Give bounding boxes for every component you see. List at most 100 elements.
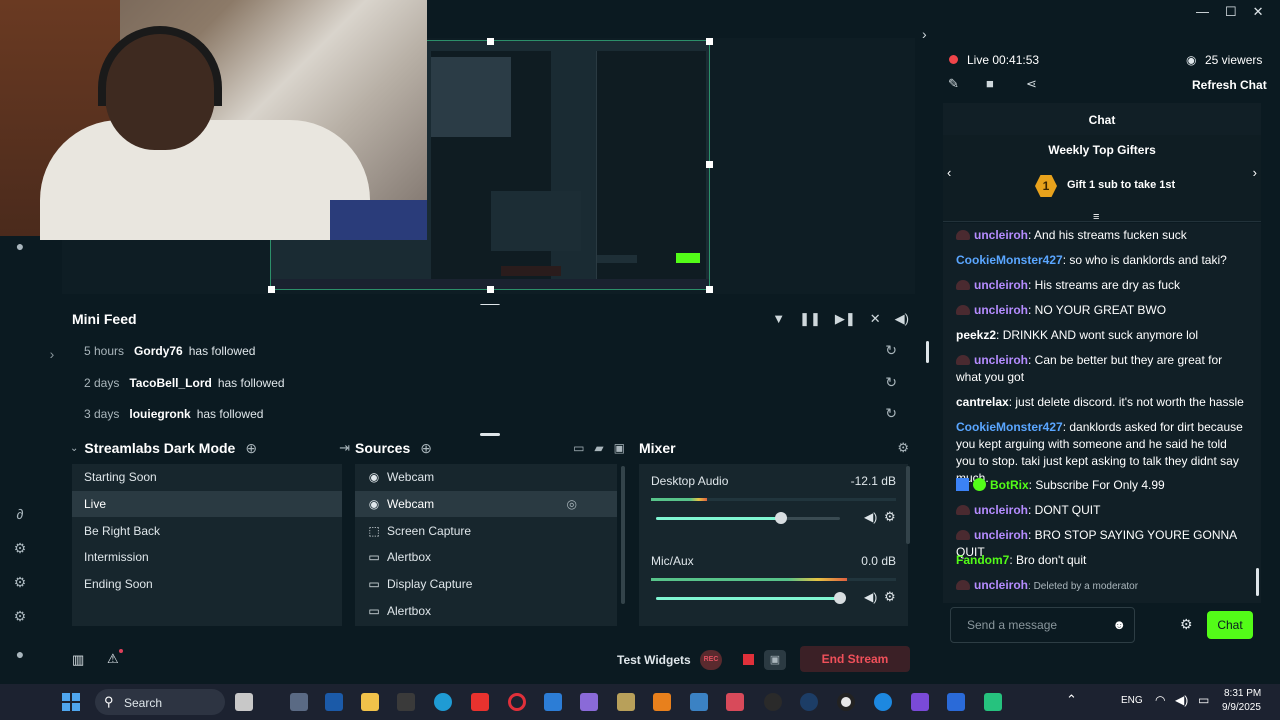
app-icon[interactable] [617,693,635,711]
maximize-button[interactable]: ☐ [1225,4,1237,22]
scene-item[interactable]: Intermission [72,544,342,570]
taskview-icon[interactable] [235,693,253,711]
gift-cta[interactable]: Gift 1 sub to take 1st [1067,179,1175,191]
volume-slider[interactable] [656,592,846,604]
resize-handle[interactable] [706,286,713,293]
clock-date[interactable]: 9/9/2025 [1222,702,1261,713]
wifi-icon[interactable]: ◠ [1155,693,1165,707]
scene-item[interactable]: Starting Soon [72,464,342,490]
end-stream-button[interactable]: End Stream [800,646,910,672]
rec-button[interactable]: REC [700,650,722,670]
filter-icon[interactable]: ▼ [772,311,785,327]
link-icon[interactable]: ∂ [12,506,28,522]
game-icon[interactable] [397,693,415,711]
chat-username[interactable]: CookieMonster427 [956,420,1063,434]
chat-username[interactable]: BotRix [990,478,1029,492]
alert-icon[interactable]: ⚠ [107,651,119,667]
gear-icon[interactable]: ⚙ [884,589,896,605]
chevron-right-icon[interactable]: › [922,26,927,42]
app-icon[interactable] [874,693,892,711]
scrollbar[interactable] [926,341,929,363]
obs-icon[interactable] [837,693,855,711]
add-scene-icon[interactable]: ⊕ [245,440,257,457]
tray-overflow-icon[interactable]: ⌃ [1066,692,1077,708]
scene-item[interactable]: Be Right Back [72,518,342,544]
stats-icon[interactable]: ▥ [72,652,84,668]
files-icon[interactable] [290,693,308,711]
emoji-icon[interactable]: ☻ [1112,617,1126,632]
source-item[interactable]: ⬚ Screen Capture [355,518,617,544]
save-replay-icon[interactable]: ▣ [764,650,786,670]
scrollbar[interactable] [621,466,625,604]
add-folder-icon[interactable]: ▣ [614,441,625,455]
scene-item[interactable]: Ending Soon [72,571,342,597]
chat-username[interactable]: uncleiroh [974,278,1028,292]
camera-icon[interactable]: ■ [986,76,994,91]
chevron-right-icon[interactable]: › [1253,165,1257,180]
hidden-eye-icon[interactable]: ◎ [567,491,577,517]
chat-username[interactable]: uncleiroh [974,503,1028,517]
volume-icon[interactable]: ◀) [895,311,909,327]
replay-icon[interactable]: ↻ [885,405,897,422]
replay-icon[interactable]: ↻ [885,374,897,391]
close-button[interactable]: ✕ [1253,4,1264,22]
resize-handle[interactable] [268,286,275,293]
replay-icon[interactable]: ↻ [885,342,897,359]
taskbar-search[interactable]: ⚲ Search [95,689,225,715]
chevron-left-icon[interactable]: ‹ [947,165,951,180]
app-icon[interactable] [690,693,708,711]
chat-scrollbar[interactable] [1256,568,1259,596]
scrollbar[interactable] [906,466,910,544]
app-icon[interactable] [911,693,929,711]
edge-icon[interactable] [434,693,452,711]
record-icon[interactable]: ● [12,238,28,254]
stop-icon[interactable] [743,654,754,665]
slider-knob[interactable] [834,592,846,604]
scene-collection-title[interactable]: Streamlabs Dark Mode [84,440,235,456]
chat-username[interactable]: uncleiroh [974,578,1028,592]
plugins-icon[interactable]: ⚙ [12,574,28,590]
layers-icon[interactable]: ▰ [594,441,603,455]
source-item[interactable]: ▭ Alertbox [355,598,617,624]
source-item-selected[interactable]: ◉ Webcam ◎ [355,491,617,517]
expand-gifters-icon[interactable]: ≡ [1093,211,1099,223]
volume-icon[interactable]: ◀) [864,510,877,524]
chat-username[interactable]: uncleiroh [974,353,1028,367]
streamlabs-icon[interactable] [984,693,1002,711]
chat-username[interactable]: CookieMonster427 [956,253,1063,267]
volume-icon[interactable]: ◀) [1175,693,1188,707]
edit-icon[interactable]: ✎ [948,76,959,92]
app-icon[interactable] [471,693,489,711]
clock-time[interactable]: 8:31 PM [1224,688,1261,699]
resize-handle[interactable] [487,286,494,293]
resize-grip[interactable] [480,433,500,436]
scene-item-active[interactable]: Live [72,491,342,517]
chat-username[interactable]: uncleiroh [974,303,1028,317]
source-item[interactable]: ◉ Webcam [355,464,617,490]
windows-start-icon[interactable] [62,693,80,711]
profile-icon[interactable]: ● [12,646,28,662]
resize-handle[interactable] [487,38,494,45]
slider-knob[interactable] [775,512,788,524]
chat-username[interactable]: Fandom7 [956,553,1009,567]
play-icon[interactable] [764,693,782,711]
vlc-icon[interactable] [653,693,671,711]
resize-handle[interactable] [706,38,713,45]
language-indicator[interactable]: ENG [1121,695,1143,706]
mute-alerts-icon[interactable]: ✕ [870,311,881,327]
transition-icon[interactable]: ⇥ [339,440,350,456]
folder-icon[interactable] [361,693,379,711]
app-icon[interactable] [726,693,744,711]
chat-username[interactable]: uncleiroh [974,528,1028,542]
battery-icon[interactable]: ▭ [1198,693,1209,707]
gear-icon[interactable]: ⚙ [12,608,28,624]
settings-cog-icon[interactable]: ⚙ [12,540,28,556]
volume-icon[interactable]: ◀) [864,590,877,604]
refresh-chat-button[interactable]: Refresh Chat [1192,78,1267,92]
app-icon[interactable] [947,693,965,711]
pause-icon[interactable]: ❚❚ [799,311,821,327]
chat-username[interactable]: uncleiroh [974,228,1028,242]
chat-input[interactable]: Send a message ☻ [950,607,1135,643]
gear-icon[interactable]: ⚙ [884,509,896,525]
folder-icon[interactable]: ▭ [573,441,584,455]
